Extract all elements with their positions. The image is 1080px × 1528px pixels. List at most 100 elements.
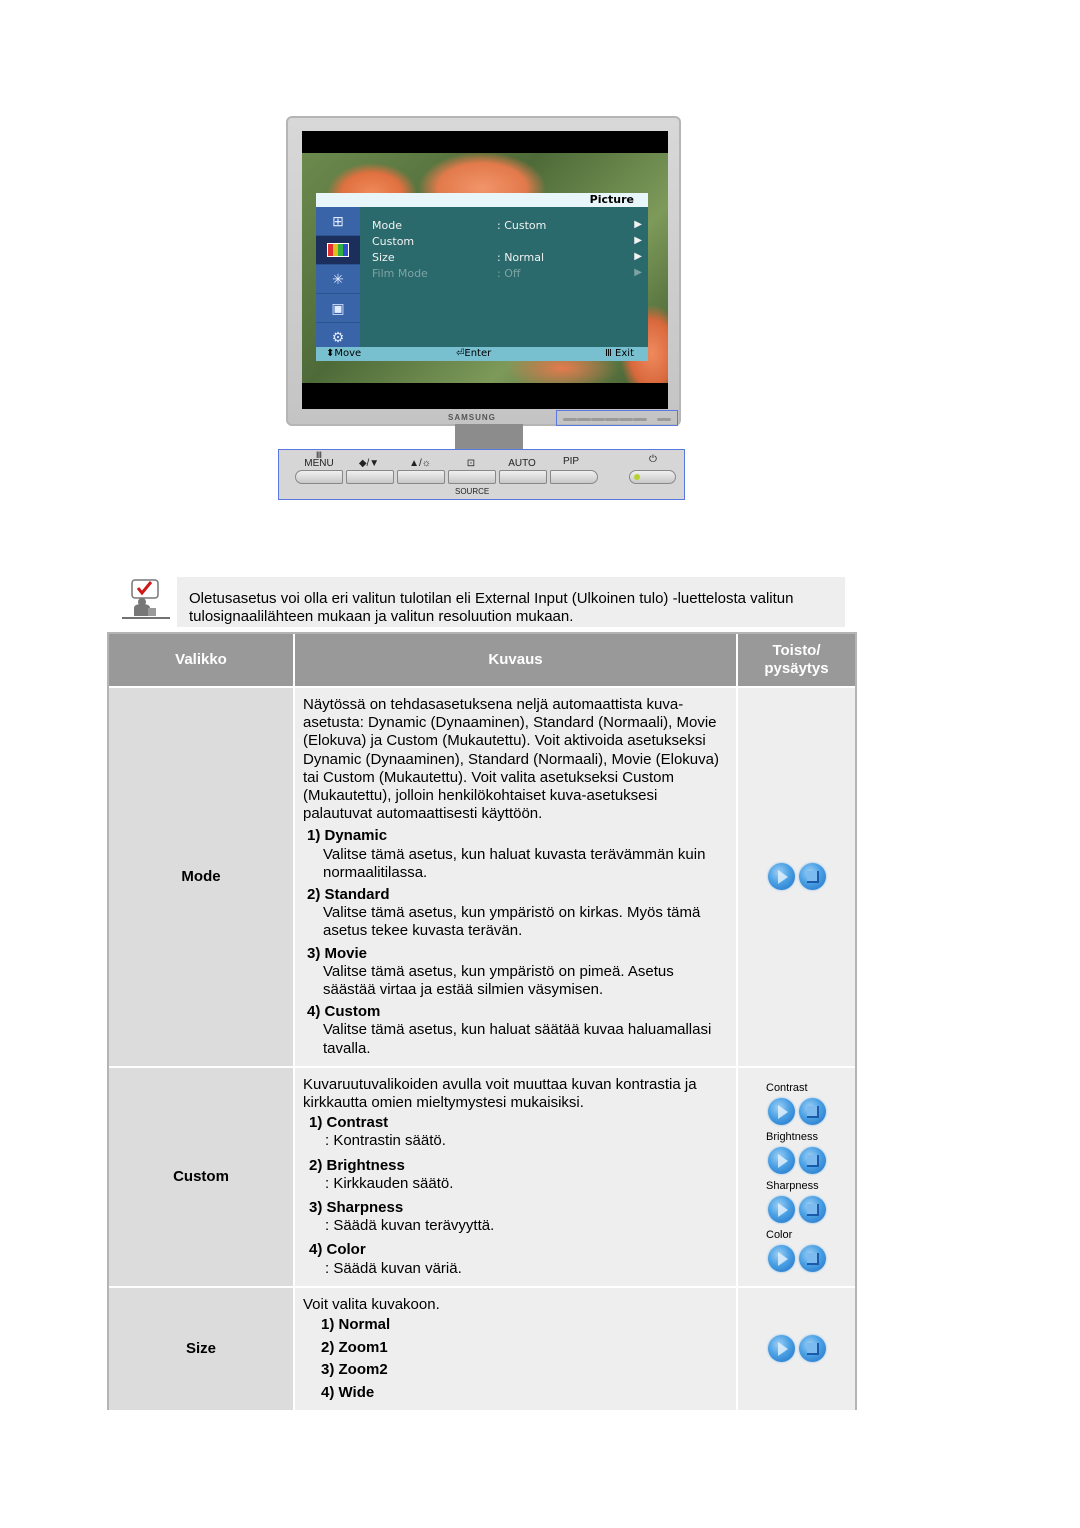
stop-button[interactable]: [798, 863, 826, 891]
table-row-custom: Custom Kuvaruutuvalikoiden avulla voit m…: [109, 1067, 855, 1288]
item-text: : Kontrastin säätö.: [325, 1132, 446, 1150]
description-cell: Voit valita kuvakoon. 1) Normal 2) Zoom1…: [295, 1287, 738, 1411]
up-brightness-button[interactable]: [397, 470, 445, 484]
power-button[interactable]: [629, 470, 676, 484]
item-text: Valitse tämä asetus, kun haluat kuvasta …: [323, 845, 706, 881]
arrow-right-icon: ▶: [634, 219, 642, 230]
pip-icon: ▣: [316, 294, 360, 323]
item-text: : Säädä kuvan terävyyttä.: [325, 1217, 495, 1235]
osd-row-size: Size : Normal ▶: [372, 251, 642, 267]
osd-menu: Picture ⊞ ✳ ▣ ⚙ Mode : Custom ▶ Custom ▶: [316, 193, 648, 363]
brightness-label: Brightness: [766, 1130, 818, 1143]
item-title: 3) Movie: [307, 944, 368, 962]
size-option: 2) Zoom1: [321, 1338, 388, 1356]
item-title: 3) Sharpness: [309, 1199, 404, 1217]
osd-label: Custom: [372, 235, 415, 248]
arrow-right-icon: ▶: [634, 235, 642, 246]
sharpness-play-button[interactable]: [767, 1195, 795, 1223]
power-icon: ⏻: [649, 454, 657, 465]
control-panel: Ⅲ MENU ◆/▼ ▲/☼ ⊡ AUTO PIP ⏻ SOURCE: [278, 449, 685, 500]
input-icon: ⊞: [316, 207, 360, 236]
osd-enter-hint: ⏎Enter: [456, 348, 492, 359]
osd-value: : Custom: [497, 219, 547, 232]
header-menu: Valikko: [109, 634, 295, 686]
intro-text: Kuvaruutuvalikoiden avulla voit muuttaa …: [303, 1075, 697, 1112]
contrast-stop-button[interactable]: [798, 1097, 826, 1125]
menu-cell: Size: [109, 1287, 295, 1411]
sharpness-label: Sharpness: [766, 1179, 819, 1192]
size-option: 1) Normal: [321, 1316, 391, 1334]
arrow-right-icon: ▶: [634, 251, 642, 262]
stop-button[interactable]: [798, 1335, 826, 1363]
magic-down-label: ◆/▼: [358, 458, 380, 469]
item-text: : Kirkkauden säätö.: [325, 1174, 454, 1192]
magic-wand-icon: ✳: [316, 265, 360, 294]
pip-label: PIP: [562, 456, 580, 467]
enter-source-button[interactable]: [448, 470, 496, 484]
osd-label: Size: [372, 251, 395, 264]
menu-button[interactable]: [295, 470, 343, 484]
size-option: 3) Zoom2: [321, 1361, 388, 1379]
item-text: : Säädä kuvan väriä.: [325, 1259, 462, 1277]
play-button[interactable]: [767, 1335, 795, 1363]
arrow-right-icon: ▶: [634, 267, 642, 278]
osd-value: : Off: [497, 267, 521, 280]
monitor-illustration: Picture ⊞ ✳ ▣ ⚙ Mode : Custom ▶ Custom ▶: [286, 116, 681, 426]
color-stop-button[interactable]: [798, 1244, 826, 1272]
osd-title: Picture: [316, 193, 648, 207]
intro-text: Voit valita kuvakoon.: [303, 1295, 440, 1313]
table-row-size: Size Voit valita kuvakoon. 1) Normal 2) …: [109, 1287, 855, 1411]
osd-move-hint: ⬍Move: [326, 348, 362, 359]
media-cell: Contrast Brightness Sharpness Color: [738, 1067, 855, 1286]
monitor-screen: Picture ⊞ ✳ ▣ ⚙ Mode : Custom ▶ Custom ▶: [302, 131, 668, 409]
item-text: Valitse tämä asetus, kun ympäristö on ki…: [323, 904, 701, 940]
brand-logo: SAMSUNG: [448, 413, 496, 422]
media-cell: [738, 688, 855, 1066]
table-header: Valikko Kuvaus Toisto/ pysäytys: [109, 634, 855, 688]
enter-label: ⊡: [466, 458, 476, 469]
osd-exit-hint: Ⅲ Exit: [604, 348, 634, 359]
brightness-stop-button[interactable]: [798, 1146, 826, 1174]
settings-table: Valikko Kuvaus Toisto/ pysäytys Mode Näy…: [107, 632, 857, 1411]
contrast-label: Contrast: [766, 1081, 808, 1094]
size-option: 4) Wide: [321, 1383, 375, 1401]
picture-icon: [316, 236, 360, 265]
play-button[interactable]: [767, 863, 795, 891]
osd-value: : Normal: [497, 251, 545, 264]
description-cell: Näytössä on tehdasasetuksena neljä autom…: [295, 688, 738, 1066]
osd-row-mode: Mode : Custom ▶: [372, 219, 642, 235]
menu-cell: Mode: [109, 688, 295, 1066]
brightness-play-button[interactable]: [767, 1146, 795, 1174]
osd-label: Mode: [372, 219, 402, 232]
sharpness-stop-button[interactable]: [798, 1195, 826, 1223]
media-cell: [738, 1287, 855, 1411]
header-play-stop-label: Toisto/ pysäytys: [764, 642, 829, 677]
pip-button[interactable]: [550, 470, 598, 484]
header-description: Kuvaus: [295, 634, 738, 686]
description-cell: Kuvaruutuvalikoiden avulla voit muuttaa …: [295, 1067, 738, 1286]
osd-row-custom: Custom ▶: [372, 235, 642, 251]
item-text: Valitse tämä asetus, kun haluat säätää k…: [323, 1021, 712, 1057]
contrast-play-button[interactable]: [767, 1097, 795, 1125]
color-play-button[interactable]: [767, 1244, 795, 1272]
item-title: 2) Standard: [307, 886, 390, 904]
up-brightness-label: ▲/☼: [409, 458, 431, 469]
auto-button[interactable]: [499, 470, 547, 484]
monitor-stand: [455, 424, 523, 450]
front-buttons-highlight: [556, 410, 678, 426]
osd-row-film-mode: Film Mode : Off ▶: [372, 267, 642, 283]
intro-text: Näytössä on tehdasasetuksena neljä autom…: [303, 696, 719, 823]
note-icon: [122, 578, 170, 620]
osd-sidebar: ⊞ ✳ ▣ ⚙: [316, 207, 360, 352]
source-label: SOURCE: [455, 487, 490, 496]
menu-cell: Custom: [109, 1067, 295, 1286]
item-title: 1) Dynamic: [307, 827, 388, 845]
magic-down-button[interactable]: [346, 470, 394, 484]
table-row-mode: Mode Näytössä on tehdasasetuksena neljä …: [109, 688, 855, 1068]
color-label: Color: [766, 1228, 793, 1241]
item-title: 2) Brightness: [309, 1156, 405, 1174]
menu-label: MENU: [304, 458, 334, 469]
item-text: Valitse tämä asetus, kun ympäristö on pi…: [323, 962, 674, 999]
osd-label: Film Mode: [372, 267, 428, 280]
note-box: Oletusasetus voi olla eri valitun tuloti…: [177, 577, 845, 627]
